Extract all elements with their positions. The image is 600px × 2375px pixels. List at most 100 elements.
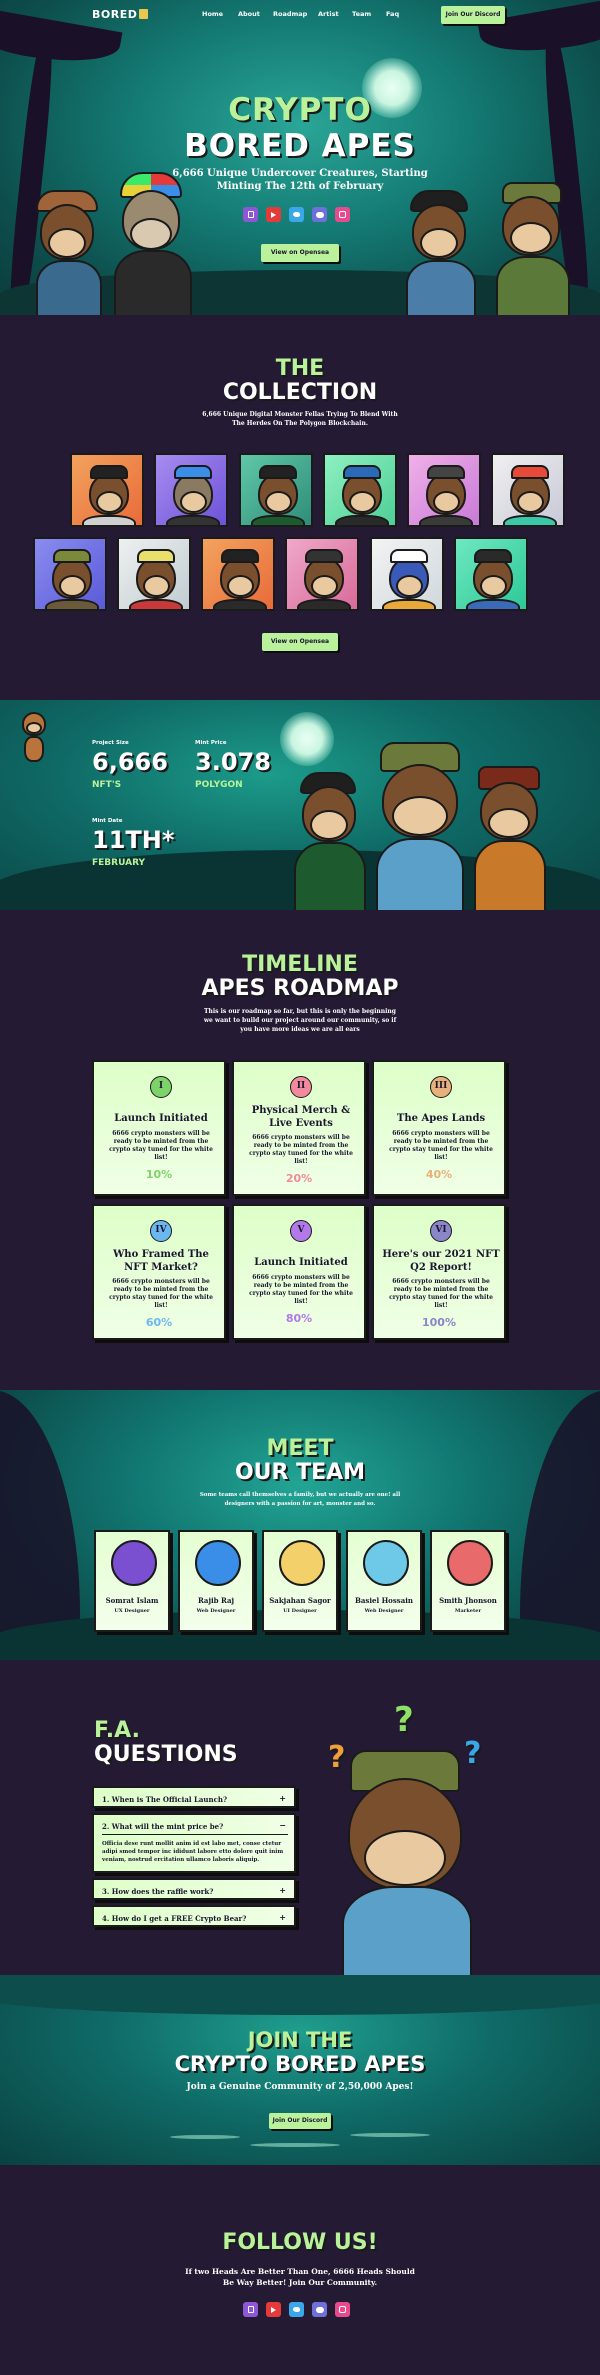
team-member-card: Rajib Raj Web Designer [178, 1530, 254, 1632]
stats-section: Project Size 6,666 NFT'S Mint Price 3.07… [0, 700, 600, 910]
ape-illustration-right-2 [488, 182, 578, 315]
ape-illustration-left-2 [108, 172, 200, 315]
team-member-card: Sakjahan Sagor UI Designer [262, 1530, 338, 1632]
discord-icon[interactable] [312, 207, 327, 222]
avatar [111, 1540, 157, 1586]
roadmap-card-title: Here's our 2021 NFT Q2 Report! [382, 1249, 500, 1273]
roadmap-title-line2: APES ROADMAP [201, 976, 399, 1001]
nft-card[interactable] [239, 453, 313, 527]
member-name: Basiel Hossain [354, 1596, 414, 1605]
member-role: Web Designer [364, 1608, 404, 1614]
avatar [447, 1540, 493, 1586]
roadmap-card-title: Launch Initiated [254, 1257, 348, 1268]
roadmap-desc-line2: we want to build our project around our … [203, 1017, 397, 1024]
team-desc-line1: Some teams call themselves a family, but… [199, 1492, 401, 1498]
roadmap-card-title: Launch Initiated [114, 1113, 208, 1124]
roadmap-number-badge: IV [150, 1220, 172, 1242]
faq-answer: Officia dese runt mollit anim id est lab… [102, 1841, 284, 1863]
nft-card[interactable] [491, 453, 565, 527]
grass-decoration [250, 2143, 340, 2147]
roadmap-card-desc: 6666 crypto monsters will be ready to be… [249, 1134, 353, 1165]
view-opensea-button[interactable]: View on Opensea [261, 244, 339, 262]
faq-title-line1: F.A. [94, 1718, 140, 1743]
hero-title-line2: BORED APES [184, 128, 416, 164]
twitch-icon[interactable] [243, 2302, 258, 2317]
team-desc-line2: designers with a passion for art, monste… [224, 1501, 376, 1507]
twitter-icon[interactable] [289, 207, 304, 222]
instagram-icon[interactable] [335, 2302, 350, 2317]
foliage [0, 1975, 600, 2015]
roadmap-number-badge: II [290, 1076, 312, 1098]
collection-desc-line1: 6,666 Unique Digital Monster Fellas Tryi… [202, 411, 398, 418]
member-name: Sakjahan Sagor [269, 1596, 331, 1605]
faq-item-expanded[interactable]: 2. What will the mint price be? − Offici… [92, 1813, 296, 1873]
nft-card[interactable] [323, 453, 397, 527]
twitter-icon[interactable] [289, 2302, 304, 2317]
faq-question: 4. How do I get a FREE Crypto Bear? [102, 1914, 247, 1923]
nav-link-roadmap[interactable]: Roadmap [273, 10, 307, 18]
follow-title: FOLLOW US! [222, 2230, 378, 2255]
nav-link-team[interactable]: Team [352, 10, 371, 18]
follow-desc-line1: If two Heads Are Better Than One, 6666 H… [185, 2267, 415, 2276]
collection-desc-line2: The Herdes On The Polygon Blockchain. [232, 420, 368, 427]
roadmap-card-percent: 20% [285, 1172, 313, 1185]
roadmap-card: V Launch Initiated 6666 crypto monsters … [232, 1204, 366, 1340]
logo[interactable]: BORED [92, 8, 149, 21]
nft-card[interactable] [285, 537, 359, 611]
discord-icon[interactable] [312, 2302, 327, 2317]
mint-price-value: 3.078 [195, 748, 271, 776]
grass-decoration [170, 2135, 240, 2139]
roadmap-card: VI Here's our 2021 NFT Q2 Report! 6666 c… [372, 1204, 506, 1340]
team-member-card: Smith Jhonson Marketer [430, 1530, 506, 1632]
question-mark-icon: ? [464, 1736, 482, 1771]
roadmap-card-title: Physical Merch & Live Events [251, 1105, 351, 1129]
roadmap-number-badge: I [150, 1076, 172, 1098]
mint-price-unit: POLYGON [195, 780, 243, 790]
faq-question: 3. How does the raffle work? [102, 1887, 214, 1896]
mint-date-value: 11TH* [92, 826, 175, 854]
nft-card[interactable] [154, 453, 228, 527]
team-title-line1: MEET [266, 1436, 334, 1461]
join-discord-button[interactable]: Join Our Discord [441, 6, 505, 24]
youtube-icon[interactable] [266, 207, 281, 222]
member-role: Marketer [454, 1608, 482, 1614]
team-title-line2: OUR TEAM [234, 1460, 366, 1485]
avatar [363, 1540, 409, 1586]
nft-card[interactable] [370, 537, 444, 611]
join-discord-button[interactable]: Join Our Discord [269, 2113, 331, 2129]
view-opensea-button[interactable]: View on Opensea [262, 633, 338, 651]
collection-title-line1: THE [275, 356, 325, 381]
collection-title-line2: COLLECTION [222, 380, 378, 405]
team-member-card: Somrat Islam UX Designer [94, 1530, 170, 1632]
join-title-line2: CRYPTO BORED APES [174, 2052, 426, 2076]
roadmap-card-percent: 60% [145, 1316, 173, 1329]
roadmap-desc-line3: you have more ideas we are all ears [240, 1026, 360, 1033]
twitch-icon[interactable] [243, 207, 258, 222]
youtube-icon[interactable] [266, 2302, 281, 2317]
nft-card[interactable] [117, 537, 191, 611]
nav-link-artist[interactable]: Artist [318, 10, 339, 18]
faq-item[interactable]: 1. When is The Official Launch? + [92, 1786, 296, 1808]
nft-card[interactable] [407, 453, 481, 527]
instagram-icon[interactable] [335, 207, 350, 222]
nav-link-faq[interactable]: Faq [386, 10, 399, 18]
nft-card[interactable] [201, 537, 275, 611]
nav-link-home[interactable]: Home [202, 10, 223, 18]
monkey-swinging-illustration [18, 708, 52, 768]
logo-mark-icon [139, 9, 149, 19]
nft-card[interactable] [454, 537, 528, 611]
nav-link-about[interactable]: About [238, 10, 260, 18]
roadmap-card-desc: 6666 crypto monsters will be ready to be… [389, 1278, 493, 1309]
plus-icon: + [279, 1794, 286, 1803]
project-size-label: Project Size [92, 740, 129, 746]
nft-card[interactable] [33, 537, 107, 611]
faq-item[interactable]: 3. How does the raffle work? + [92, 1878, 296, 1900]
faq-item[interactable]: 4. How do I get a FREE Crypto Bear? + [92, 1905, 296, 1927]
nft-card[interactable] [70, 453, 144, 527]
ape-illustration-right-1 [400, 190, 482, 315]
faq-title-line2: QUESTIONS [94, 1742, 238, 1767]
roadmap-number-badge: VI [430, 1220, 452, 1242]
roadmap-desc-line1: This is our roadmap so far, but this is … [204, 1008, 396, 1015]
roadmap-card-percent: 10% [145, 1168, 173, 1181]
faq-question: 1. When is The Official Launch? [102, 1795, 228, 1804]
